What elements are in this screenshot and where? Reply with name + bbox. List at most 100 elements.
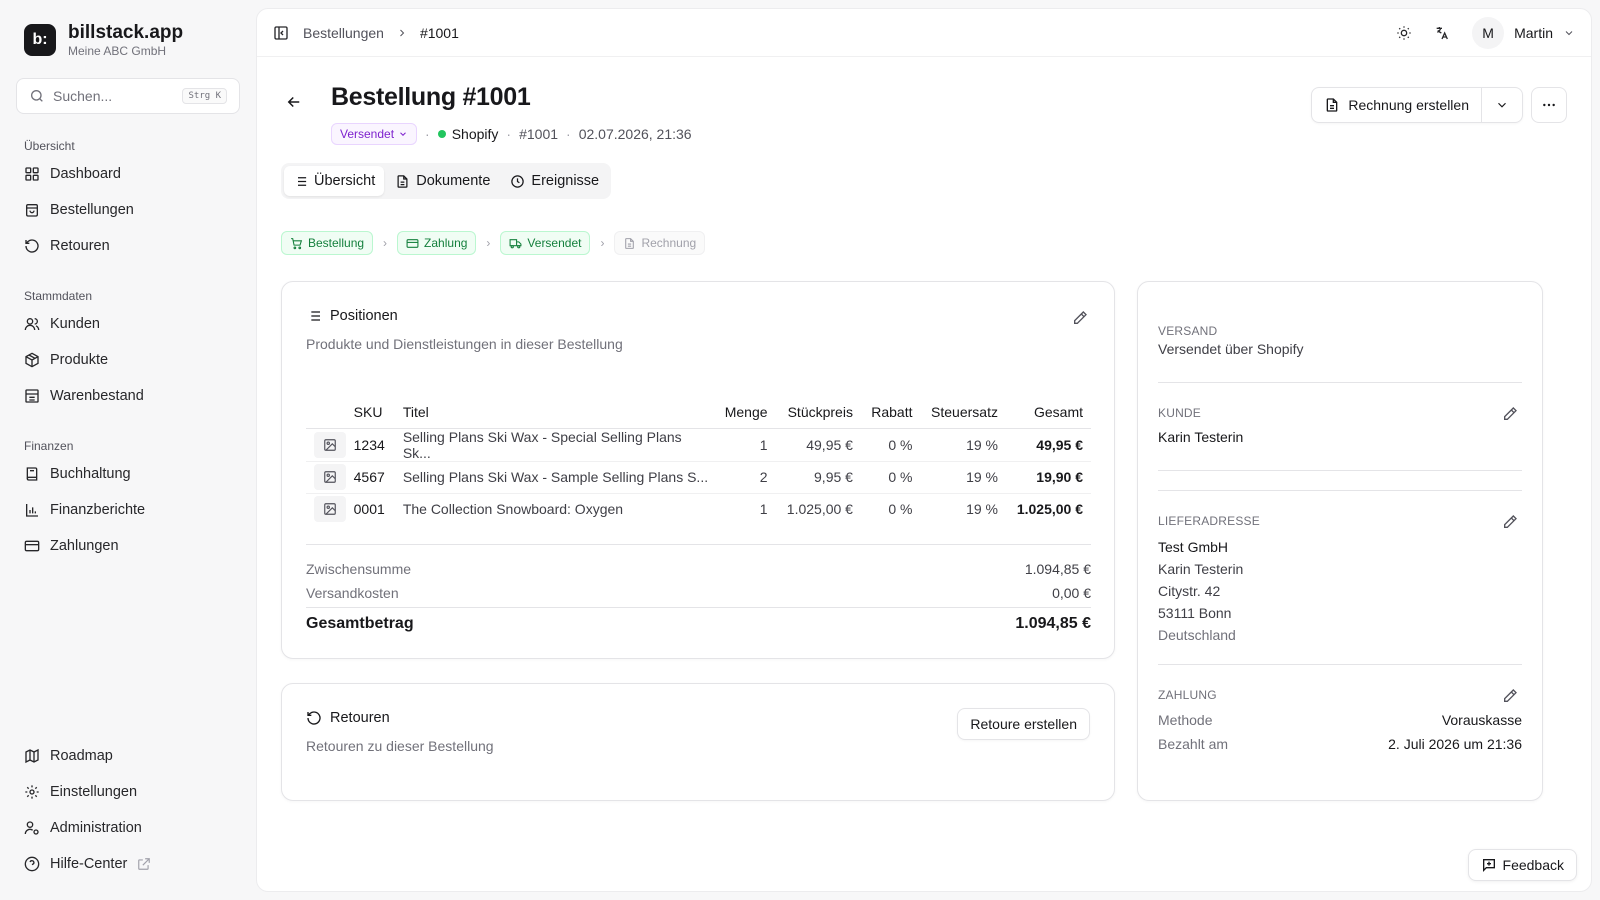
create-return-button[interactable]: Retoure erstellen: [957, 708, 1090, 740]
nav-section-masterdata: Stammdaten Kunden Produkte Warenbestand: [16, 286, 240, 414]
warehouse-icon: [25, 389, 39, 403]
channel-status-dot: [437, 130, 446, 138]
column-header-total: Gesamt: [1005, 396, 1091, 429]
shipping-cost-label: Versandkosten: [306, 585, 399, 601]
table-row[interactable]: 1234 Selling Plans Ski Wax - Special Sel…: [306, 428, 1091, 462]
tab-overview[interactable]: Übersicht: [284, 166, 385, 196]
column-header-thumb: [306, 396, 354, 429]
pencil-icon[interactable]: [1502, 406, 1518, 422]
meta-separator: ·: [425, 126, 430, 142]
table-cell-sku: 4567: [353, 461, 403, 494]
divider: [1158, 490, 1522, 491]
translate-icon[interactable]: [1434, 25, 1450, 41]
paid-at-row: Bezahlt am 2. Juli 2026 um 21:36: [1158, 732, 1522, 756]
sidebar-item-roadmap[interactable]: Roadmap: [16, 738, 240, 774]
table-cell-title: The Collection Snowboard: Oxygen: [402, 501, 624, 518]
bar-chart-icon: [26, 504, 38, 517]
sidebar-item-label: Kunden: [50, 316, 100, 332]
table-cell-total: 49,95 €: [1005, 428, 1091, 462]
address-line: Test GmbH: [1158, 539, 1229, 555]
status-badge[interactable]: Versendet: [331, 123, 418, 145]
table-row[interactable]: 4567 Selling Plans Ski Wax - Sample Sell…: [306, 461, 1091, 494]
avatar: M: [1472, 16, 1505, 49]
feedback-button[interactable]: Feedback: [1467, 849, 1577, 881]
pipeline-step-order[interactable]: Bestellung: [281, 231, 374, 255]
sidebar-item-orders[interactable]: Bestellungen: [16, 192, 240, 228]
create-invoice-button[interactable]: Rechnung erstellen: [1312, 88, 1482, 122]
sun-icon[interactable]: [1396, 25, 1412, 41]
address-line: Deutschland: [1158, 627, 1236, 643]
pencil-icon[interactable]: [1502, 688, 1518, 704]
sidebar-item-accounting[interactable]: Buchhaltung: [16, 456, 240, 492]
pipeline-step-invoice: Rechnung: [614, 231, 706, 255]
sidebar-item-inventory[interactable]: Warenbestand: [16, 378, 240, 414]
sidebar-bottom: Roadmap Einstellungen Administration Hil…: [16, 738, 240, 882]
sidebar-item-products[interactable]: Produkte: [16, 342, 240, 378]
status-label: Versendet: [340, 127, 395, 141]
pipeline-step-shipped[interactable]: Versendet: [500, 231, 591, 255]
create-invoice-dropdown[interactable]: [1482, 88, 1522, 122]
pipeline-label: Versendet: [527, 236, 582, 250]
package-icon: [25, 352, 39, 368]
sidebar-item-settings[interactable]: Einstellungen: [16, 774, 240, 810]
search-shortcut: Strg K: [182, 88, 227, 104]
search-input[interactable]: Suchen... Strg K: [16, 78, 240, 114]
table-cell-qty: 1: [759, 501, 768, 518]
brand[interactable]: b: billstack.app Meine ABC GmbH: [16, 16, 240, 64]
sidebar-item-help[interactable]: Hilfe-Center: [16, 846, 240, 882]
list-icon: [294, 176, 307, 186]
table-cell-tax: 19 %: [920, 428, 1006, 462]
sidebar-item-returns[interactable]: Retouren: [16, 228, 240, 264]
search-icon: [31, 90, 43, 102]
returns-heading: Retouren: [306, 710, 390, 726]
table-cell-unit-price: 49,95 €: [775, 428, 861, 462]
channel-label: Shopify: [451, 126, 499, 142]
sidebar-item-label: Bestellungen: [50, 202, 134, 218]
nav-section-overview: Übersicht Dashboard Bestellungen Retoure…: [16, 136, 240, 264]
column-header-unit-price: Stückpreis: [775, 396, 861, 429]
pencil-icon[interactable]: [1502, 514, 1518, 530]
breadcrumb: Bestellungen #1001: [303, 25, 459, 41]
tab-documents[interactable]: Dokumente: [386, 166, 499, 196]
back-arrow-icon[interactable]: [285, 93, 303, 111]
gear-icon: [25, 785, 39, 799]
page-title: Bestellung #1001: [331, 83, 531, 111]
pipeline-label: Zahlung: [424, 236, 468, 250]
table-cell-tax: 19 %: [920, 461, 1006, 494]
table-row[interactable]: 0001 The Collection Snowboard: Oxygen 1 …: [306, 493, 1091, 525]
sidebar-item-payments[interactable]: Zahlungen: [16, 528, 240, 564]
user-menu[interactable]: M Martin: [1472, 16, 1575, 49]
sidebar-item-administration[interactable]: Administration: [16, 810, 240, 846]
table-cell-discount: 0 %: [860, 428, 921, 462]
sidebar-item-label: Warenbestand: [50, 388, 144, 404]
breadcrumb-orders[interactable]: Bestellungen: [303, 25, 384, 41]
document-icon: [397, 174, 408, 188]
list-icon: [308, 311, 320, 321]
table-cell-qty: 2: [712, 461, 776, 494]
sidebar-item-label: Retouren: [50, 238, 110, 254]
chevron-down-icon: [1565, 30, 1573, 35]
more-actions-button[interactable]: [1531, 87, 1567, 123]
topbar-actions: M Martin: [1396, 16, 1575, 49]
sidebar-toggle-icon[interactable]: [273, 25, 289, 41]
nav-section-title: Übersicht: [24, 139, 75, 153]
sidebar-item-label: Roadmap: [50, 748, 113, 764]
sidebar-item-reports[interactable]: Finanzberichte: [16, 492, 240, 528]
pipeline-label: Rechnung: [641, 236, 697, 250]
sidebar-item-customers[interactable]: Kunden: [16, 306, 240, 342]
paid-at-label: Bezahlt am: [1158, 736, 1229, 752]
positions-description: Produkte und Dienstleistungen in dieser …: [306, 336, 623, 352]
chevron-right-icon: ›: [383, 236, 388, 250]
sidebar-item-dashboard[interactable]: Dashboard: [16, 156, 240, 192]
table-cell-tax: 19 %: [966, 501, 998, 518]
pencil-icon[interactable]: [1072, 310, 1088, 326]
table-cell-sku: 0001: [353, 501, 385, 518]
customer-value[interactable]: Karin Testerin: [1158, 426, 1522, 448]
help-circle-icon: [24, 856, 40, 872]
table-cell-title: Selling Plans Ski Wax - Special Selling …: [402, 428, 713, 462]
sidebar-item-label: Produkte: [50, 352, 109, 368]
subtotal-label: Zwischensumme: [306, 561, 412, 577]
tab-events[interactable]: Ereignisse: [501, 166, 608, 196]
brand-company: Meine ABC GmbH: [68, 44, 167, 58]
pipeline-step-payment[interactable]: Zahlung: [397, 231, 477, 255]
